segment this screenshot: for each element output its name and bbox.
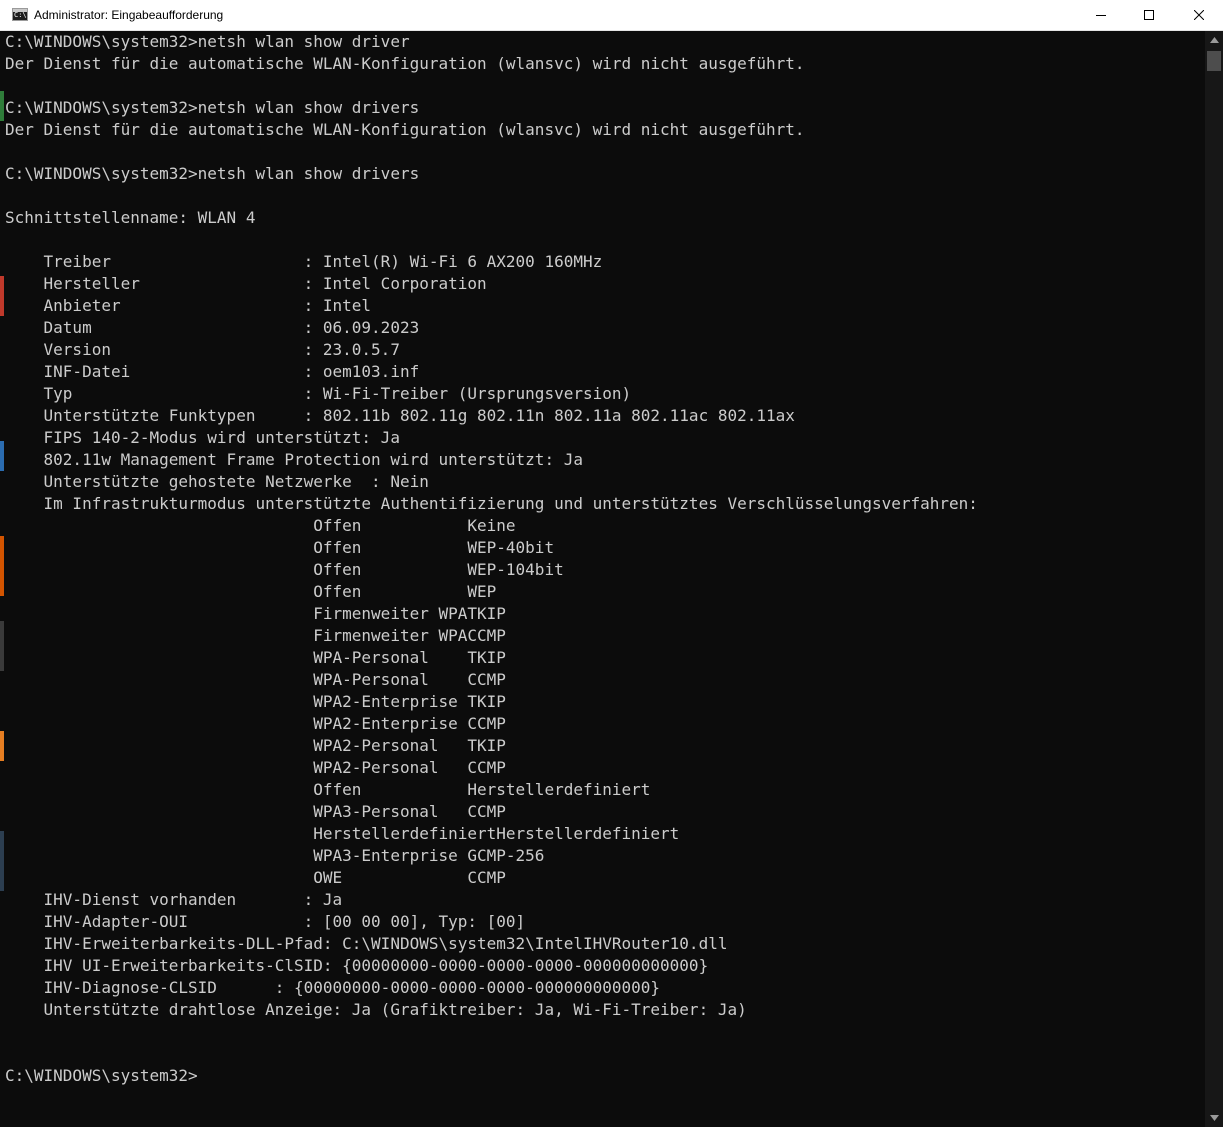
console-line: FIPS 140-2-Modus wird unterstützt: Ja xyxy=(5,428,400,447)
close-icon xyxy=(1194,10,1204,20)
console-line: C:\WINDOWS\system32>netsh wlan show driv… xyxy=(5,32,410,51)
console-line: Offen WEP-40bit xyxy=(5,538,555,557)
close-button[interactable] xyxy=(1176,0,1222,30)
console-line: Im Infrastrukturmodus unterstützte Authe… xyxy=(5,494,978,513)
console-line: HerstellerdefiniertHerstellerdefiniert xyxy=(5,824,680,843)
console-line: Unterstützte drahtlose Anzeige: Ja (Graf… xyxy=(5,1000,747,1019)
console-line: Schnittstellenname: WLAN 4 xyxy=(5,208,256,227)
scroll-up-arrow-icon xyxy=(1209,37,1219,43)
console-line: WPA2-Enterprise CCMP xyxy=(5,714,506,733)
console-line: WPA2-Enterprise TKIP xyxy=(5,692,506,711)
console-line: Offen WEP xyxy=(5,582,497,601)
console-line: Offen Herstellerdefiniert xyxy=(5,780,651,799)
console-line: Firmenweiter WPACCMP xyxy=(5,626,506,645)
maximize-button[interactable] xyxy=(1126,0,1172,30)
console-line: Version : 23.0.5.7 xyxy=(5,340,400,359)
console-line: IHV UI-Erweiterbarkeits-ClSID: {00000000… xyxy=(5,956,709,975)
console-line: WPA-Personal CCMP xyxy=(5,670,506,689)
console-line: Datum : 06.09.2023 xyxy=(5,318,420,337)
console-output[interactable]: C:\WINDOWS\system32>netsh wlan show driv… xyxy=(0,31,1205,1127)
console-line: WPA2-Personal CCMP xyxy=(5,758,506,777)
scroll-down-button[interactable] xyxy=(1205,1109,1223,1127)
console-line: WPA-Personal TKIP xyxy=(5,648,506,667)
desktop-background-strip xyxy=(0,31,4,1127)
console-line: Hersteller : Intel Corporation xyxy=(5,274,487,293)
minimize-button[interactable] xyxy=(1078,0,1124,30)
console-line: WPA3-Enterprise GCMP-256 xyxy=(5,846,545,865)
console-line: Anbieter : Intel xyxy=(5,296,372,315)
console-line: Treiber : Intel(R) Wi-Fi 6 AX200 160MHz xyxy=(5,252,603,271)
vertical-scrollbar[interactable] xyxy=(1205,31,1223,1127)
console-line: Offen WEP-104bit xyxy=(5,560,564,579)
console-line: INF-Datei : oem103.inf xyxy=(5,362,420,381)
console-line: C:\WINDOWS\system32> xyxy=(5,1066,198,1085)
maximize-icon xyxy=(1144,10,1154,20)
console-line: Der Dienst für die automatische WLAN-Kon… xyxy=(5,120,805,139)
console-line: Firmenweiter WPATKIP xyxy=(5,604,506,623)
console-line: IHV-Adapter-OUI : [00 00 00], Typ: [00] xyxy=(5,912,526,931)
console-line: WPA3-Personal CCMP xyxy=(5,802,506,821)
minimize-icon xyxy=(1096,15,1106,16)
title-bar[interactable]: C:\ Administrator: Eingabeaufforderung xyxy=(0,0,1223,31)
console-line: IHV-Dienst vorhanden : Ja xyxy=(5,890,343,909)
console-line: 802.11w Management Frame Protection wird… xyxy=(5,450,583,469)
console-line: Typ : Wi-Fi-Treiber (Ursprungsversion) xyxy=(5,384,632,403)
console-line: C:\WINDOWS\system32>netsh wlan show driv… xyxy=(5,98,420,117)
scroll-down-arrow-icon xyxy=(1209,1115,1219,1121)
console-line: WPA2-Personal TKIP xyxy=(5,736,506,755)
console-line: Der Dienst für die automatische WLAN-Kon… xyxy=(5,54,805,73)
scroll-up-button[interactable] xyxy=(1205,31,1223,49)
console-line: OWE CCMP xyxy=(5,868,506,887)
console-line: Unterstützte Funktypen : 802.11b 802.11g… xyxy=(5,406,795,425)
scroll-thumb[interactable] xyxy=(1207,51,1221,71)
window-title: Administrator: Eingabeaufforderung xyxy=(34,8,224,22)
console-line: IHV-Erweiterbarkeits-DLL-Pfad: C:\WINDOW… xyxy=(5,934,728,953)
console-line: C:\WINDOWS\system32>netsh wlan show driv… xyxy=(5,164,420,183)
console-line: IHV-Diagnose-CLSID : {00000000-0000-0000… xyxy=(5,978,661,997)
command-prompt-window: C:\ Administrator: Eingabeaufforderung C… xyxy=(0,0,1223,1127)
command-prompt-icon[interactable]: C:\ xyxy=(12,8,28,21)
console-line: Offen Keine xyxy=(5,516,516,535)
console-line: Unterstützte gehostete Netzwerke : Nein xyxy=(5,472,429,491)
